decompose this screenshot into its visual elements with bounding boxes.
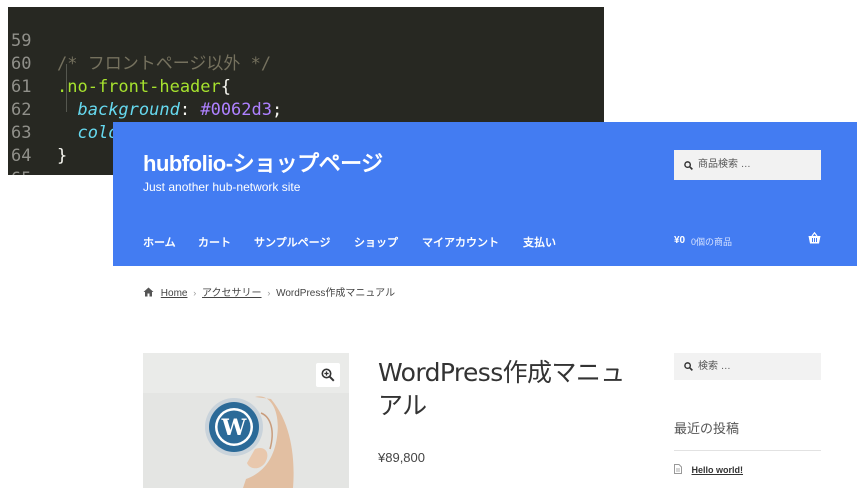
- svg-text:W: W: [221, 415, 247, 441]
- cart-item-count[interactable]: 0個の商品: [691, 235, 732, 248]
- search-icon: [684, 362, 693, 371]
- nav-item-checkout[interactable]: 支払い: [523, 234, 556, 250]
- site-header: hubfolio-ショップページ Just another hub-networ…: [113, 122, 857, 266]
- recent-post-link[interactable]: Hello world!: [692, 465, 744, 475]
- breadcrumb-separator: ›: [193, 288, 197, 298]
- product-price: ¥89,800: [378, 450, 425, 465]
- sidebar-search-input[interactable]: 検索 …: [674, 353, 821, 380]
- product-search-placeholder: 商品検索 …: [698, 159, 751, 170]
- basket-icon[interactable]: [808, 232, 821, 244]
- code-line: 62 color: #fff;: [8, 76, 604, 143]
- product-image[interactable]: W: [143, 353, 349, 488]
- line-number: 65: [11, 168, 41, 175]
- search-icon: [684, 161, 693, 170]
- product-title: WordPress作成マニュアル: [378, 358, 625, 420]
- document-icon: [674, 464, 682, 474]
- breadcrumb-home-link[interactable]: Home: [161, 288, 188, 299]
- nav-item-home[interactable]: ホーム: [143, 234, 176, 250]
- product-search-input[interactable]: 商品検索 …: [674, 150, 821, 180]
- breadcrumb-current: WordPress作成マニュアル: [276, 288, 396, 299]
- site-tagline: Just another hub-network site: [143, 180, 301, 194]
- nav-item-sample-page[interactable]: サンプルページ: [254, 234, 330, 250]
- zoom-button[interactable]: [316, 363, 340, 387]
- code-line: 59 /* フロントページ以外 */: [8, 7, 604, 74]
- nav-item-shop[interactable]: ショップ: [354, 234, 398, 250]
- nav-item-my-account[interactable]: マイアカウント: [422, 234, 499, 250]
- sidebar-search-placeholder: 検索 …: [698, 361, 731, 372]
- code-line: 63 }: [8, 99, 604, 166]
- code-line: 61 background: #0062d3;: [8, 53, 604, 120]
- breadcrumb: Home › アクセサリー › WordPress作成マニュアル: [143, 284, 395, 299]
- breadcrumb-separator: ›: [267, 288, 271, 298]
- storefront-page: hubfolio-ショップページ Just another hub-networ…: [113, 122, 857, 499]
- breadcrumb-category-link[interactable]: アクセサリー: [202, 288, 262, 299]
- zoom-in-icon: [321, 368, 335, 382]
- recent-posts-heading: 最近の投稿: [674, 421, 740, 436]
- recent-post-item: Hello world!: [674, 464, 743, 475]
- home-icon: [143, 287, 154, 297]
- code-line: 60 .no-front-header{: [8, 30, 604, 97]
- site-title[interactable]: hubfolio-ショップページ: [143, 146, 383, 178]
- nav-item-cart[interactable]: カート: [198, 234, 231, 250]
- divider: [674, 450, 821, 451]
- cart-amount[interactable]: ¥0: [674, 235, 685, 246]
